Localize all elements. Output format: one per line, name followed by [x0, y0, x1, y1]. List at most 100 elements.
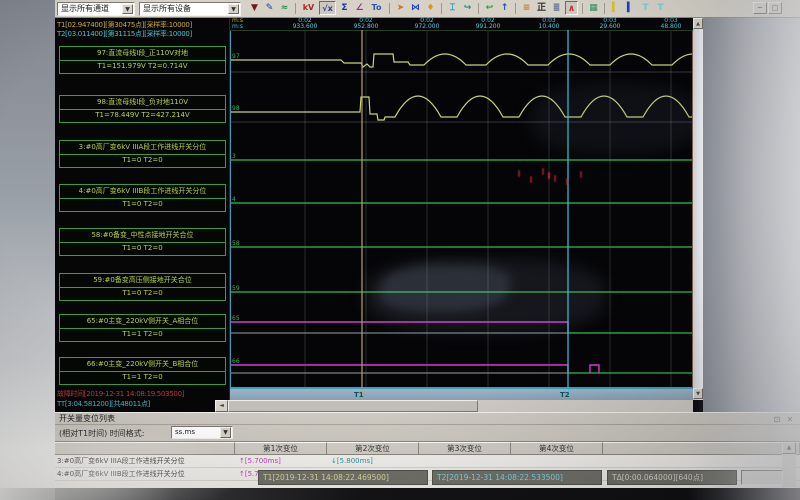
- marker-icon[interactable]: ▼: [248, 1, 261, 15]
- channel-filter-value: 显示所有通道: [61, 4, 109, 13]
- waveform-vertical-scrollbar[interactable]: ▲ ▼: [693, 18, 703, 400]
- angle-icon[interactable]: ∠: [353, 1, 366, 15]
- channel-filter-combobox[interactable]: 显示所有通道 ▼: [57, 2, 135, 16]
- list2-icon[interactable]: ≣: [550, 1, 563, 15]
- sqrt-icon[interactable]: √x: [319, 1, 336, 15]
- horizontal-scrollbar[interactable]: ◄: [215, 400, 693, 412]
- photo-edge-left: [0, 0, 55, 500]
- toolbar-icons: ▼✎≈kV√xΣ∠To➤⋈♦⌶↪↩↑≡正≣∧▦▍▍TT: [247, 1, 668, 17]
- pin-icon[interactable]: ⊡: [771, 414, 783, 425]
- zheng-icon[interactable]: 正: [535, 1, 548, 15]
- bluebar-icon[interactable]: ▍: [624, 1, 637, 15]
- device-filter-combobox[interactable]: 显示所有设备 ▼: [139, 2, 241, 16]
- kv-icon[interactable]: kV: [300, 1, 317, 15]
- scroll-left-icon[interactable]: ◄: [215, 400, 228, 412]
- reflection-dot: [542, 168, 544, 175]
- row-channel-name: 3:#0高厂变6kV IIIA段工作进线开关分位: [57, 455, 233, 467]
- pen-icon[interactable]: ✎: [263, 1, 276, 15]
- channel-box-97[interactable]: 97:直流母线I段_正110V对地T1=151.979V T2=0.714V: [59, 46, 226, 74]
- trace-id-label: 4: [232, 196, 236, 203]
- scroll-down-icon[interactable]: ▼: [693, 388, 703, 399]
- device-filter-value: 显示所有设备: [143, 4, 191, 13]
- status-t2-time: T2[2019-12-31 14:08:22.533500]: [432, 470, 602, 485]
- status-t1-time: T1[2019-12-31 14:08:22.469500]: [258, 470, 428, 485]
- time-format-combobox[interactable]: ss.ms ▼: [171, 426, 233, 439]
- cursor-label-t1[interactable]: T1: [354, 391, 364, 400]
- row-change-2: ↓[5.800ms]: [327, 455, 417, 467]
- channel-box-58[interactable]: 58:#0备变_中性点接地开关合位T1=0 T2=0: [59, 228, 226, 256]
- toolbar-separator: [478, 3, 479, 14]
- play-icon[interactable]: ➤: [394, 1, 407, 15]
- cursor-ruler[interactable]: T1 T2: [230, 388, 703, 400]
- time-tick-label: 0:0329.600: [590, 18, 630, 30]
- toolbar-separator: [389, 3, 390, 14]
- t1-cursor-icon[interactable]: T: [639, 1, 652, 15]
- t0-icon[interactable]: To: [368, 1, 385, 15]
- curve-icon[interactable]: ≈: [278, 1, 291, 15]
- trace-id-label: 98: [232, 105, 240, 112]
- beam-icon[interactable]: ⌶: [446, 1, 459, 15]
- status-delta-time: TΔ[0:00.064000][640点]: [607, 470, 737, 485]
- t2-cursor-icon[interactable]: T: [654, 1, 667, 15]
- status-empty-box: [741, 470, 783, 485]
- reflection-dot: [548, 172, 550, 179]
- channel-title: 98:直流母线I段_负对地110V: [60, 96, 225, 110]
- time-tick-label: 0:0348.800: [651, 18, 691, 30]
- sigma-icon[interactable]: Σ: [338, 1, 351, 15]
- time-format-value: ss.ms: [175, 428, 195, 436]
- channel-title: 97:直流母线I段_正110V对地: [60, 47, 225, 61]
- table-vertical-scrollbar[interactable]: ▲: [782, 442, 796, 487]
- scroll-up-icon[interactable]: ▲: [693, 18, 703, 29]
- reflection-dot: [554, 175, 556, 182]
- table-header-filler: [603, 442, 800, 455]
- channel-values: T1=151.979V T2=0.714V: [60, 61, 225, 73]
- channel-box-4[interactable]: 4:#0高厂变6kV IIIB段工作进线开关分位T1=0 T2=0: [59, 184, 226, 212]
- chevron-down-icon[interactable]: ▼: [220, 427, 231, 438]
- swoosh-icon[interactable]: ↪: [461, 1, 474, 15]
- trace-id-label: 59: [232, 285, 240, 292]
- list-icon[interactable]: ≡: [520, 1, 533, 15]
- scrollbar-thumb[interactable]: [228, 400, 478, 412]
- trace-id-label: 66: [232, 358, 240, 365]
- channel-box-59[interactable]: 59:#0备变高压侧接地开关合位T1=0 T2=0: [59, 273, 226, 301]
- channel-box-66[interactable]: 66:#0主变_220kV侧开关_B相合位T1=1 T2=0: [59, 357, 226, 385]
- channel-title: 59:#0备变高压侧接地开关合位: [60, 274, 225, 288]
- waveform-plot[interactable]: 97983458596566: [230, 30, 693, 388]
- scroll-up-icon[interactable]: ▲: [782, 442, 796, 454]
- fault-time-label: 故障时间[2019-12-31 14:08:19.503500]: [57, 389, 184, 399]
- wave-box-icon[interactable]: ∧: [565, 1, 578, 15]
- row-change-1: ↑[5.700ms]: [235, 455, 325, 467]
- waveform-area: m:s m:s 0:02933.6000:02952.8000:02972.00…: [230, 18, 693, 400]
- cursor-label-t2[interactable]: T2: [560, 391, 570, 400]
- close-icon[interactable]: ✕: [784, 414, 796, 425]
- chevron-down-icon[interactable]: ▼: [228, 4, 239, 14]
- marker2-icon[interactable]: ♦: [424, 1, 437, 15]
- channel-list-panel: T1[02.947400][第30475点][采样率:10000] T2[03.…: [55, 18, 230, 412]
- photo-edge-bottom: [0, 488, 800, 500]
- trace-id-label: 3: [232, 153, 236, 160]
- grid-icon[interactable]: ▦: [587, 1, 600, 15]
- minimize-button[interactable]: ─: [753, 2, 767, 14]
- channel-title: 4:#0高厂变6kV IIIB段工作进线开关分位: [60, 185, 225, 199]
- time-format-row: (相对T1时间) 时间格式: ss.ms ▼: [55, 425, 800, 441]
- channel-box-3[interactable]: 3:#0高厂变6kV IIIA段工作进线开关分位T1=0 T2=0: [59, 140, 226, 168]
- trace-id-label: 58: [232, 240, 240, 247]
- channel-box-98[interactable]: 98:直流母线I段_负对地110VT1=78.449V T2=427.214V: [59, 95, 226, 123]
- undo-icon[interactable]: ↩: [483, 1, 496, 15]
- bowtie-icon[interactable]: ⋈: [409, 1, 422, 15]
- reflection-dot: [530, 176, 532, 183]
- trace-id-label: 65: [232, 315, 240, 322]
- fault-recorder-window: 显示所有通道 ▼ 显示所有设备 ▼ ▼✎≈kV√xΣ∠To➤⋈♦⌶↪↩↑≡正≣∧…: [55, 0, 800, 500]
- channel-values: T1=0 T2=0: [60, 199, 225, 211]
- up-arrow-icon[interactable]: ↑: [498, 1, 511, 15]
- toolbar-separator: [295, 3, 296, 14]
- switch-change-panel-titlebar[interactable]: 开关量变位列表 ⊡ ✕: [55, 412, 800, 425]
- ybar-icon[interactable]: ▍: [609, 1, 622, 15]
- chevron-down-icon[interactable]: ▼: [122, 4, 133, 14]
- channel-values: T1=0 T2=0: [60, 288, 225, 300]
- table-row[interactable]: 3:#0高厂变6kV IIIA段工作进线开关分位↑[5.700ms]↓[5.80…: [55, 455, 800, 468]
- channel-box-65[interactable]: 65:#0主变_220kV侧开关_A相合位T1=1 T2=0: [59, 314, 226, 342]
- table-header-4: 第4次变位: [511, 442, 603, 455]
- channel-values: T1=0 T2=0: [60, 155, 225, 167]
- maximize-button[interactable]: □: [768, 2, 782, 14]
